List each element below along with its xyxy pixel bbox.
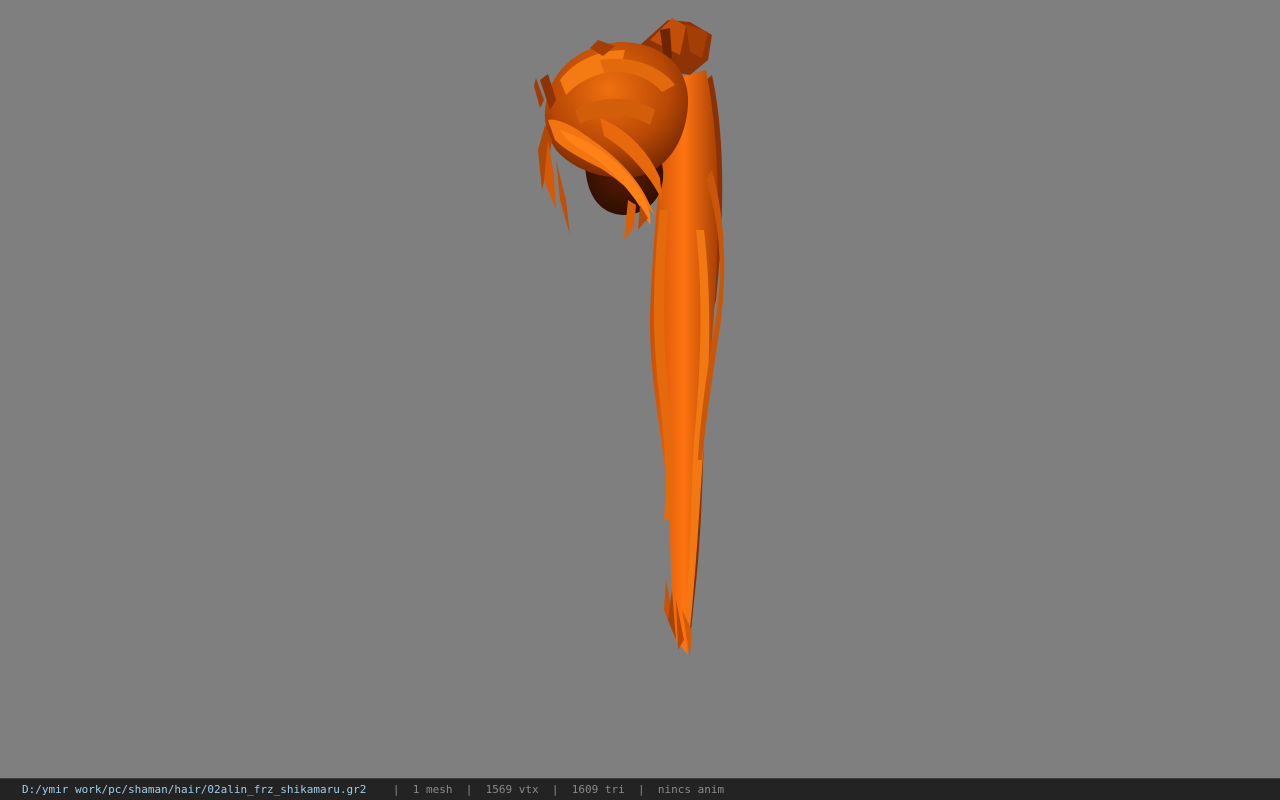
animation-status-label: nincs anim bbox=[657, 783, 725, 796]
status-separator: | bbox=[637, 783, 645, 796]
hair-model-render bbox=[534, 18, 725, 658]
file-path-label: D:/ymir work/pc/shaman/hair/02alin_frz_s… bbox=[22, 783, 367, 796]
status-separator: | bbox=[392, 783, 400, 796]
vertex-count-label: 1569 vtx bbox=[485, 783, 539, 796]
status-bar: D:/ymir work/pc/shaman/hair/02alin_frz_s… bbox=[0, 778, 1280, 800]
hair-bun bbox=[544, 40, 689, 178]
3d-viewport[interactable] bbox=[0, 0, 1280, 778]
status-separator: | bbox=[465, 783, 473, 796]
triangle-count-label: 1609 tri bbox=[571, 783, 625, 796]
mesh-count-label: 1 mesh bbox=[412, 783, 453, 796]
status-separator: | bbox=[551, 783, 559, 796]
